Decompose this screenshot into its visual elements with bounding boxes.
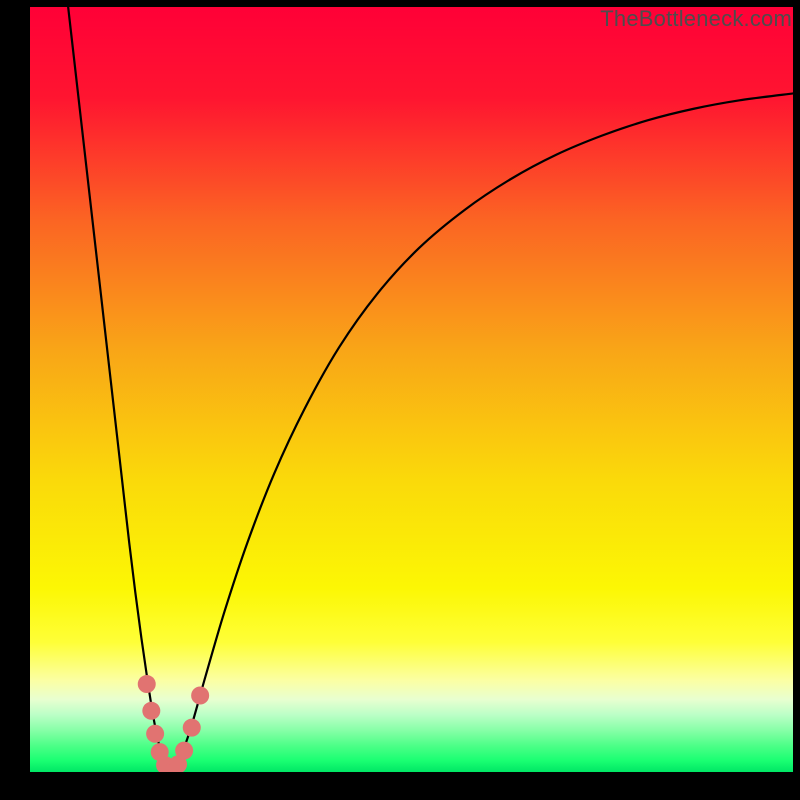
marker-dot bbox=[142, 702, 160, 720]
marker-dot bbox=[138, 675, 156, 693]
marker-dot bbox=[146, 725, 164, 743]
chart-plot-area bbox=[30, 7, 793, 772]
marker-dot bbox=[175, 742, 193, 760]
marker-dot bbox=[191, 687, 209, 705]
watermark-text: TheBottleneck.com bbox=[600, 6, 792, 32]
chart-frame: TheBottleneck.com bbox=[0, 0, 800, 800]
marker-dot bbox=[183, 719, 201, 737]
